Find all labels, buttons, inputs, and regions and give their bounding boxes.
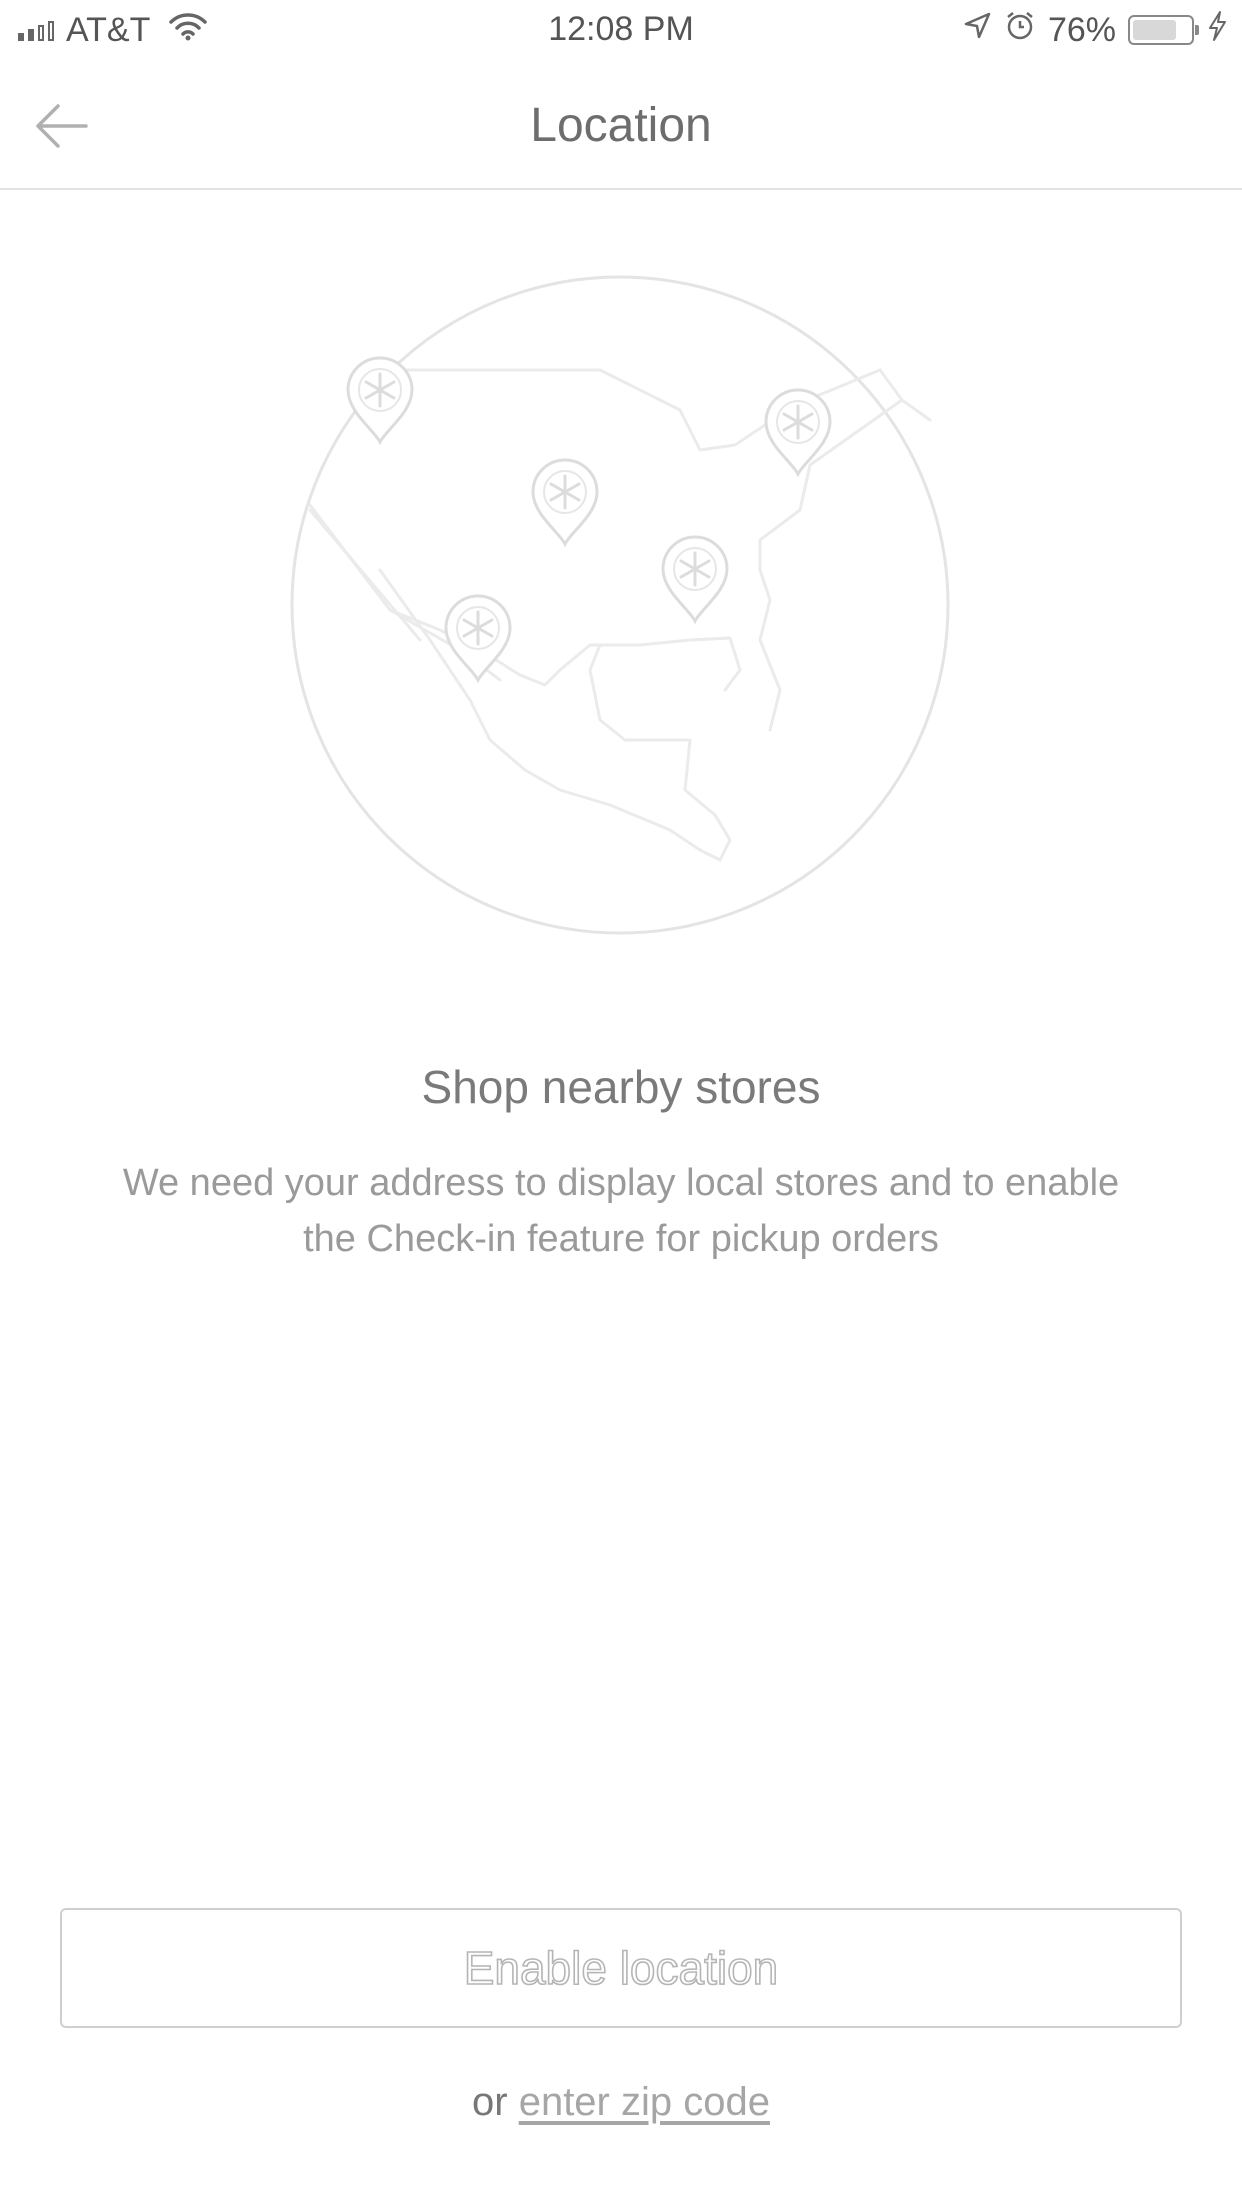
enable-location-button[interactable]: Enable location: [60, 1908, 1182, 2028]
page-title: Location: [530, 99, 712, 152]
description: We need your address to display local st…: [122, 1162, 1120, 1260]
store-pin-icon: [346, 356, 414, 444]
globe-illustration: [290, 270, 950, 940]
alarm-icon: [1004, 10, 1036, 51]
enter-zip-code-link[interactable]: enter zip code: [519, 2080, 770, 2124]
nav-bar: Location: [0, 62, 1242, 190]
zip-code-row: or enter zip code: [0, 2080, 1242, 2125]
store-pin-icon: [531, 458, 599, 546]
battery-fill: [1133, 20, 1176, 40]
battery-icon: [1128, 15, 1199, 45]
status-bar: AT&T 12:08 PM 76%: [0, 0, 1242, 62]
charging-bolt-icon: [1206, 10, 1228, 51]
enable-location-label: Enable location: [463, 1941, 779, 1995]
location-arrow-icon: [962, 11, 992, 50]
globe-map-icon: [290, 275, 950, 935]
status-right: 76%: [962, 10, 1228, 50]
store-pin-icon: [444, 594, 512, 682]
headline: Shop nearby stores: [421, 1061, 821, 1113]
store-pin-icon: [764, 388, 832, 476]
store-pin-icon: [661, 535, 729, 623]
or-text: or: [472, 2080, 508, 2124]
battery-percent: 76%: [1047, 10, 1116, 49]
